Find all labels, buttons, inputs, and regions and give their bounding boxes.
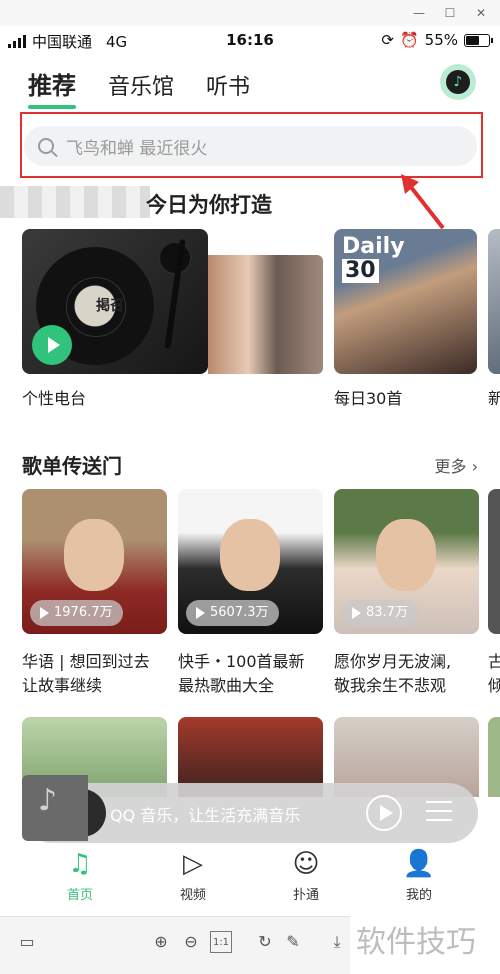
status-bar: 中国联通 4G 16:16 ⟳ ⏰ 55% — [0, 26, 500, 56]
minimize-icon[interactable]: — — [410, 4, 428, 22]
playlist-title-line: 华语 | 想回到过去 — [22, 652, 150, 671]
video-play-icon: ▷ — [183, 849, 203, 879]
tab-audiobook[interactable]: 听书 — [206, 69, 250, 101]
play-button[interactable] — [32, 325, 72, 365]
alarm-icon: ⏰ — [399, 31, 419, 49]
playlist-title-line: 愿你岁月无波澜, — [334, 652, 452, 671]
daily-30-card[interactable]: Daily 30 — [334, 229, 477, 374]
section-title-playlists: 歌单传送门 — [22, 454, 122, 478]
person-icon: 👤 — [402, 849, 436, 879]
more-link[interactable]: 更多 › — [434, 453, 478, 477]
nav-video[interactable]: ▷ 视频 — [137, 846, 249, 903]
nav-label: 扑通 — [292, 888, 319, 903]
card-label-radio: 个性电台 — [22, 389, 87, 408]
rotate-icon[interactable]: ↻ — [254, 931, 276, 953]
play-count-badge: 83.7万 — [342, 600, 418, 626]
playlist-title[interactable]: 愿你岁月无波澜, 敬我余生不悲观 — [334, 650, 482, 698]
watermark: 软件技巧 — [350, 912, 500, 974]
music-recognition-button[interactable]: ♪ — [440, 64, 476, 100]
rotation-lock-icon: ⟳ — [381, 31, 394, 49]
search-icon — [38, 138, 54, 154]
chat-face-icon: ☺ — [292, 849, 320, 879]
close-icon[interactable]: ✕ — [472, 4, 490, 22]
new-songs-card[interactable] — [488, 229, 500, 374]
card-label-daily: 每日30首 — [334, 389, 403, 408]
battery-percent: 55% — [424, 31, 458, 49]
cover-portrait — [220, 519, 280, 591]
music-note-icon: ♪ — [446, 70, 470, 94]
music-note-icon: ♫ — [68, 849, 92, 879]
zoom-out-icon[interactable]: ⊖ — [180, 931, 202, 953]
edit-pen-icon[interactable]: ✎ — [282, 931, 304, 953]
search-placeholder: 飞鸟和蝉 最近很火 — [66, 138, 208, 159]
thumbnail-icon[interactable]: ▭ — [16, 931, 38, 953]
section-title-recommend: 今日为你打造 — [146, 193, 272, 217]
playlist-title[interactable]: 古 倾 — [488, 650, 500, 698]
playlist-title[interactable]: 快手・100首最新 最热歌曲大全 — [178, 650, 326, 698]
daily-word: Daily — [342, 234, 405, 259]
search-input[interactable]: 飞鸟和蝉 最近很火 — [24, 126, 477, 166]
nav-mine[interactable]: 👤 我的 — [363, 846, 475, 903]
play-count-badge: 1976.7万 — [30, 600, 123, 626]
playlist-title-line: 让故事继续 — [22, 676, 103, 695]
cover-portrait — [376, 519, 436, 591]
playlist-title-line: 快手・100首最新 — [178, 652, 305, 671]
daily-30-logo: Daily 30 — [342, 235, 405, 283]
blurred-username — [0, 186, 150, 218]
playlist-card[interactable]: 5607.3万 — [178, 489, 323, 634]
playlist-card[interactable]: 83.7万 — [334, 489, 479, 634]
vinyl-label: 掲召 — [96, 298, 124, 314]
nav-label: 首页 — [66, 888, 93, 903]
nav-label: 我的 — [405, 888, 432, 903]
playlist-title-line: 倾 — [488, 676, 500, 695]
battery-icon — [464, 33, 493, 47]
zoom-in-icon[interactable]: ⊕ — [150, 931, 172, 953]
playlist-title-line: 古 — [488, 652, 500, 671]
music-note-icon: ♪ — [38, 783, 58, 818]
window-title-bar: — ☐ ✕ — [0, 0, 500, 26]
cover-portrait — [64, 519, 124, 591]
download-icon[interactable]: ⤓ — [326, 931, 348, 953]
playlist-title-line: 最热歌曲大全 — [178, 676, 275, 695]
mini-player[interactable]: ♪ QQ 音乐，让生活充满音乐 — [22, 775, 478, 843]
actual-size-button[interactable]: 1:1 — [210, 931, 232, 953]
tab-recommend[interactable]: 推荐 — [28, 66, 76, 109]
card-label-new: 新 — [488, 389, 500, 408]
nav-home[interactable]: ♫ 首页 — [24, 846, 136, 903]
playlist-card[interactable] — [488, 717, 500, 797]
player-text: QQ 音乐，让生活充满音乐 — [110, 806, 301, 825]
radio-card-covers[interactable] — [208, 255, 323, 374]
playlist-title[interactable]: 华语 | 想回到过去 让故事继续 — [22, 650, 170, 698]
player-cover: ♪ — [22, 775, 88, 841]
playlist-card[interactable] — [488, 489, 500, 634]
more-label: 更多 — [434, 457, 467, 476]
annotation-arrow — [401, 174, 445, 230]
nav-putong[interactable]: ☺ 扑通 — [250, 846, 362, 903]
maximize-icon[interactable]: ☐ — [441, 4, 459, 22]
top-tabs: 推荐 音乐馆 听书 — [28, 66, 250, 109]
playlist-card[interactable]: 1976.7万 — [22, 489, 167, 634]
play-count-badge: 5607.3万 — [186, 600, 279, 626]
radio-card[interactable]: 掲召 — [22, 229, 208, 374]
play-pause-button[interactable] — [366, 795, 402, 831]
daily-number: 30 — [342, 259, 379, 283]
tab-music-hall[interactable]: 音乐馆 — [108, 69, 174, 101]
playlist-title-line: 敬我余生不悲观 — [334, 676, 447, 695]
playlist-icon[interactable] — [426, 801, 452, 823]
chevron-right-icon: › — [471, 457, 478, 476]
bottom-nav: ♫ 首页 ▷ 视频 ☺ 扑通 👤 我的 — [0, 846, 500, 912]
nav-label: 视频 — [179, 888, 206, 903]
